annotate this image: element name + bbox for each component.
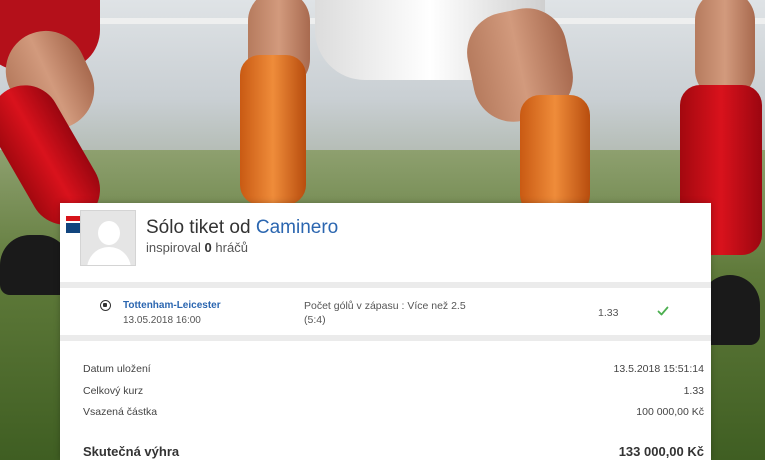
- win-value: 133 000,00 Kč: [618, 444, 704, 459]
- total-odd-label: Celkový kurz: [83, 385, 144, 397]
- username-link[interactable]: Caminero: [256, 217, 338, 238]
- check-icon: [657, 306, 669, 316]
- title-prefix: Sólo tiket od: [146, 217, 251, 238]
- football-icon: [100, 300, 111, 311]
- inspired-suffix: hráčů: [215, 240, 248, 255]
- bet-odd: 1.33: [598, 307, 619, 319]
- match-link[interactable]: Tottenham-Leicester: [123, 300, 221, 311]
- stake-value: 100 000,00 Kč: [636, 406, 704, 418]
- bet-row: Tottenham-Leicester 13.05.2018 16:00 Poč…: [60, 288, 711, 335]
- ticket-summary: Datum uložení 13.5.2018 15:51:14 Celkový…: [60, 341, 711, 460]
- saved-value: 13.5.2018 15:51:14: [613, 363, 704, 375]
- market-text: Počet gólů v zápasu : Více než 2.5: [304, 300, 466, 312]
- inspired-prefix: inspiroval: [146, 240, 201, 255]
- match-score: (5:4): [304, 314, 326, 326]
- stake-label: Vsazená částka: [83, 406, 158, 418]
- win-label: Skutečná výhra: [83, 444, 180, 459]
- inspired-count: 0: [204, 240, 212, 255]
- ticket-card: Sólo tiket od Caminero inspiroval 0 hráč…: [60, 203, 711, 460]
- ticket-title: Sólo tiket od Caminero: [146, 217, 338, 239]
- inspired-text: inspiroval 0 hráčů: [146, 240, 248, 255]
- bet-market: Počet gólů v zápasu : Více než 2.5 (5:4): [304, 299, 504, 327]
- match-date: 13.05.2018 16:00: [123, 315, 201, 326]
- saved-label: Datum uložení: [83, 363, 151, 375]
- total-odd-value: 1.33: [683, 385, 704, 397]
- avatar[interactable]: [80, 210, 136, 266]
